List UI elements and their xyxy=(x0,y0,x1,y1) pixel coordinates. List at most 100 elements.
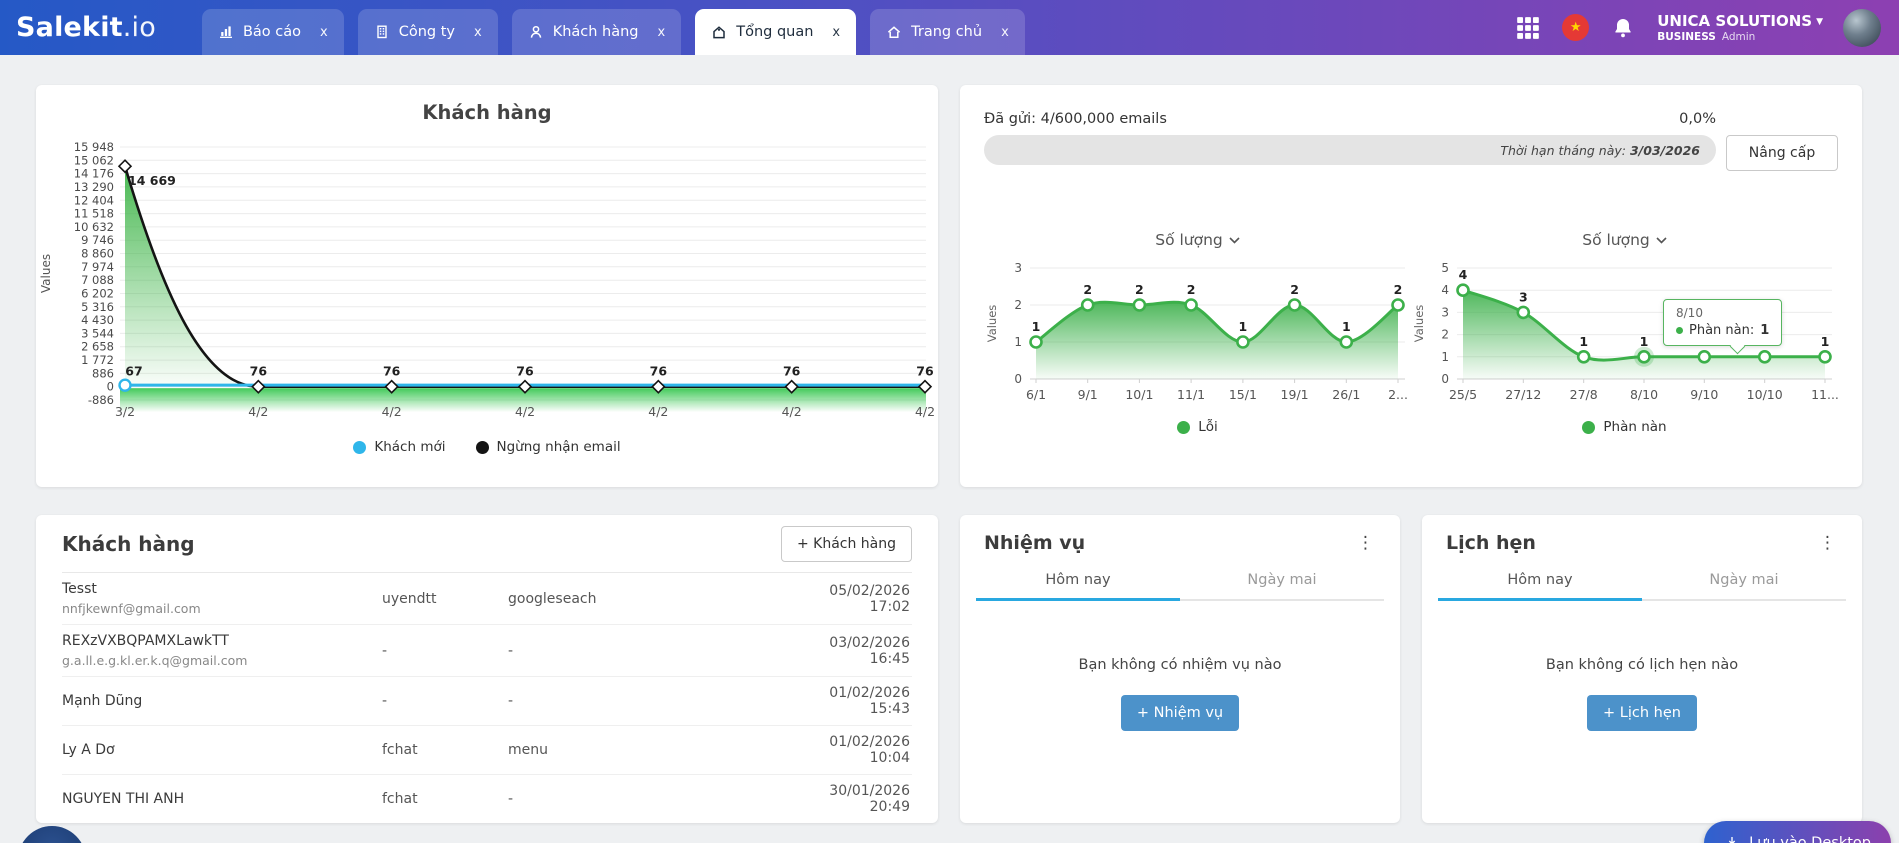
svg-text:11...: 11... xyxy=(1811,387,1838,402)
svg-text:76: 76 xyxy=(650,364,668,379)
svg-text:2 658: 2 658 xyxy=(81,340,114,354)
svg-text:1: 1 xyxy=(1441,350,1449,364)
tab-tasks-today[interactable]: Hôm nay xyxy=(976,564,1180,601)
chat-fab-button[interactable] xyxy=(18,826,86,843)
save-to-desktop-button[interactable]: Lưu vào Desktop xyxy=(1704,821,1891,843)
customers-line-chart[interactable]: 15 94815 06214 17613 29012 40411 51810 6… xyxy=(36,132,938,432)
svg-text:6/1: 6/1 xyxy=(1026,387,1046,402)
account-menu[interactable]: UNICA SOLUTIONS▼ BUSINESSAdmin xyxy=(1657,11,1823,44)
svg-text:7 974: 7 974 xyxy=(81,260,114,274)
svg-text:2: 2 xyxy=(1135,282,1144,297)
apps-grid-icon[interactable] xyxy=(1514,14,1542,42)
avatar[interactable] xyxy=(1843,9,1881,47)
tasks-empty-text: Bạn không có nhiệm vụ nào xyxy=(1079,657,1282,673)
legend-item[interactable]: Khách mới xyxy=(353,439,445,455)
customer-row[interactable]: NGUYEN THI ANHfchat-30/01/2026 20:49 xyxy=(62,774,912,823)
add-customer-button[interactable]: + Khách hàng xyxy=(781,526,912,562)
overview-icon xyxy=(711,24,727,40)
tab-tong-quan[interactable]: Tổng quanx xyxy=(695,9,856,55)
legend-item[interactable]: Ngừng nhận email xyxy=(476,439,621,455)
svg-text:2: 2 xyxy=(1441,328,1449,342)
svg-text:0: 0 xyxy=(1441,372,1449,386)
customer-row[interactable]: REXzVXBQPAMXLawkTTg.a.ll.e.g.kl.er.k.q@g… xyxy=(62,624,912,676)
chart-title: Khách hàng xyxy=(36,101,938,124)
top-navbar: Salekit.io Báo cáox Công tyx Khách hàngx Tổ… xyxy=(0,0,1899,55)
add-appointment-button[interactable]: + Lịch hẹn xyxy=(1587,695,1697,731)
tab-trang-chu[interactable]: Trang chủx xyxy=(870,9,1025,55)
svg-text:76: 76 xyxy=(783,364,801,379)
svg-text:Values: Values xyxy=(985,305,999,343)
svg-text:26/1: 26/1 xyxy=(1332,387,1360,402)
tab-close-icon[interactable]: x xyxy=(1001,25,1009,40)
svg-text:-886: -886 xyxy=(88,393,114,407)
svg-text:4: 4 xyxy=(1459,267,1468,282)
tab-close-icon[interactable]: x xyxy=(832,25,840,40)
tab-close-icon[interactable]: x xyxy=(474,25,482,40)
tasks-panel-title: Nhiệm vụ xyxy=(984,532,1085,554)
svg-text:2: 2 xyxy=(1394,282,1403,297)
svg-text:14 176: 14 176 xyxy=(74,167,114,181)
add-task-button[interactable]: + Nhiệm vụ xyxy=(1121,695,1239,731)
customer-row[interactable]: Mạnh Dũng--01/02/2026 15:43 xyxy=(62,676,912,725)
svg-text:27/8: 27/8 xyxy=(1570,387,1598,402)
tasks-panel: Nhiệm vụ ⋮ Hôm nay Ngày mai Bạn không có… xyxy=(960,515,1400,823)
svg-text:4 430: 4 430 xyxy=(81,313,114,327)
svg-text:25/5: 25/5 xyxy=(1449,387,1477,402)
app-logo[interactable]: Salekit.io xyxy=(16,12,156,43)
email-progress-bar: Thời hạn tháng này: 3/03/2026 xyxy=(984,135,1716,165)
complaints-chart-legend[interactable]: Phàn nàn xyxy=(1411,419,1838,435)
tab-bar: Báo cáox Công tyx Khách hàngx Tổng quanx Tra… xyxy=(202,9,1025,55)
user-icon xyxy=(528,24,544,40)
chevron-down-icon: ▼ xyxy=(1816,17,1823,27)
svg-text:12 404: 12 404 xyxy=(74,193,114,207)
svg-text:3 544: 3 544 xyxy=(81,326,114,340)
tab-close-icon[interactable]: x xyxy=(320,25,328,40)
notifications-bell-icon[interactable] xyxy=(1609,14,1637,42)
errors-chart-legend[interactable]: Lỗi xyxy=(984,419,1411,435)
chevron-down-icon xyxy=(1656,237,1667,244)
download-icon xyxy=(1724,835,1740,843)
chart-tooltip: 8/10 Phàn nàn:1 xyxy=(1663,299,1782,346)
kebab-menu-icon[interactable]: ⋮ xyxy=(1353,533,1378,553)
tab-appointments-today[interactable]: Hôm nay xyxy=(1438,564,1642,601)
svg-text:8/10: 8/10 xyxy=(1630,387,1658,402)
legend-dot-icon xyxy=(353,441,366,454)
kebab-menu-icon[interactable]: ⋮ xyxy=(1815,533,1840,553)
svg-text:4/2: 4/2 xyxy=(648,404,668,419)
customers-table-body: Tesstnnfjkewnf@gmail.comuyendttgooglesea… xyxy=(62,573,912,823)
tab-khach-hang[interactable]: Khách hàngx xyxy=(512,9,682,55)
svg-text:13 290: 13 290 xyxy=(74,180,114,194)
errors-chart-panel: Số lượng 0123122212126/19/110/111/115/11… xyxy=(984,231,1411,435)
tab-close-icon[interactable]: x xyxy=(658,25,666,40)
svg-text:4: 4 xyxy=(1441,283,1449,297)
customers-table-card: Khách hàng + Khách hàng Tesstnnfjkewnf@g… xyxy=(36,515,938,823)
errors-chart-metric-dropdown[interactable]: Số lượng xyxy=(984,231,1411,255)
tab-cong-ty[interactable]: Công tyx xyxy=(358,9,498,55)
appointments-tabs: Hôm nay Ngày mai xyxy=(1438,564,1846,601)
customer-row[interactable]: Tesstnnfjkewnf@gmail.comuyendttgooglesea… xyxy=(62,573,912,624)
svg-text:1: 1 xyxy=(1014,335,1022,349)
emails-sent-label: Đã gửi: 4/600,000 emails xyxy=(984,111,1167,127)
svg-text:4/2: 4/2 xyxy=(248,404,268,419)
errors-area-chart[interactable]: 0123122212126/19/110/111/115/119/126/12.… xyxy=(984,255,1411,411)
tab-appointments-tomorrow[interactable]: Ngày mai xyxy=(1642,564,1846,599)
tab-tasks-tomorrow[interactable]: Ngày mai xyxy=(1180,564,1384,599)
complaints-chart-metric-dropdown[interactable]: Số lượng xyxy=(1411,231,1838,255)
svg-text:4/2: 4/2 xyxy=(782,404,802,419)
svg-text:2: 2 xyxy=(1083,282,1092,297)
tab-bao-cao[interactable]: Báo cáox xyxy=(202,9,344,55)
bar-chart-icon xyxy=(218,24,234,40)
svg-text:10 632: 10 632 xyxy=(74,220,114,234)
svg-text:9/1: 9/1 xyxy=(1078,387,1098,402)
dashboard-page: Salekit.io Báo cáoxCông tyxKhách hàngxTổ… xyxy=(0,0,1899,843)
svg-text:11/1: 11/1 xyxy=(1177,387,1205,402)
svg-text:27/12: 27/12 xyxy=(1505,387,1541,402)
email-quota: Đã gửi: 4/600,000 emails 0,0% Thời hạn t… xyxy=(984,111,1838,171)
customer-row[interactable]: Ly A Dơfchatmenu01/02/2026 10:04 xyxy=(62,725,912,774)
complaints-chart-panel: Số lượng 012345431111125/527/1227/88/109… xyxy=(1411,231,1838,435)
svg-text:76: 76 xyxy=(916,364,934,379)
upgrade-button[interactable]: Nâng cấp xyxy=(1726,135,1838,171)
svg-text:1: 1 xyxy=(1640,334,1649,349)
language-flag-icon[interactable]: ★ xyxy=(1562,14,1589,41)
chevron-down-icon xyxy=(1229,237,1240,244)
